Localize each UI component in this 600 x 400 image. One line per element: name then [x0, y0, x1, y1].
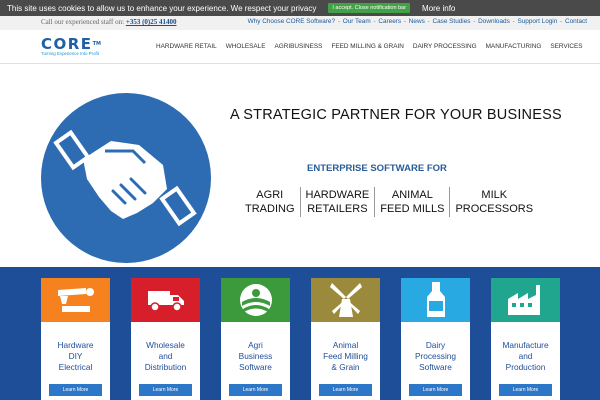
top-link-support-login[interactable]: Support Login	[517, 18, 557, 25]
learn-more-button[interactable]: Learn More	[139, 384, 192, 396]
category-animal-feed-mills: ANIMAL FEED MILLS	[375, 187, 451, 217]
sector-card-header	[401, 278, 470, 322]
sector-card-wholesale[interactable]: Wholesale and Distribution Learn More	[131, 278, 200, 400]
title-line: and	[518, 351, 533, 361]
sector-card-title: Hardware DIY Electrical	[41, 340, 110, 373]
sector-card-title: Agri Business Software	[221, 340, 290, 373]
category-line1: HARDWARE	[305, 189, 370, 201]
category-hardware-retailers: HARDWARE RETAILERS	[301, 187, 376, 217]
phone-link[interactable]: +353 (0)25 41400	[126, 18, 177, 26]
hero-title: A STRATEGIC PARTNER FOR YOUR BUSINESS	[230, 107, 562, 123]
top-link-downloads[interactable]: Downloads	[478, 18, 510, 25]
title-line: Dairy	[425, 340, 446, 350]
category-agri-trading: AGRI TRADING	[240, 187, 301, 217]
nav-manufacturing[interactable]: MANUFACTURING	[486, 43, 542, 50]
category-line2: FEED MILLS	[380, 203, 445, 215]
logo-trademark: TM	[92, 41, 101, 47]
nav-hardware-retail[interactable]: HARDWARE RETAIL	[156, 43, 217, 50]
title-line: Processing	[414, 351, 457, 361]
call-label: Call our experienced staff on:	[41, 18, 125, 26]
sector-card-title: Animal Feed Milling & Grain	[311, 340, 380, 373]
learn-more-button[interactable]: Learn More	[499, 384, 552, 396]
main-nav: HARDWARE RETAIL WHOLESALE AGRIBUSINESS F…	[156, 43, 592, 50]
title-line: Software	[239, 362, 272, 372]
category-line1: ANIMAL	[391, 189, 433, 201]
category-line2: PROCESSORS	[455, 203, 534, 215]
sector-card-title: Manufacture and Production	[491, 340, 560, 373]
nav-wholesale[interactable]: WHOLESALE	[226, 43, 266, 50]
cookie-more-info-link[interactable]: More info	[422, 4, 455, 13]
title-line: Business	[238, 351, 273, 361]
nav-agribusiness[interactable]: AGRIBUSINESS	[275, 43, 323, 50]
title-line: Wholesale	[146, 340, 185, 350]
van-icon	[147, 291, 184, 312]
top-link-news[interactable]: News	[409, 18, 425, 25]
sector-card-header	[491, 278, 560, 322]
sector-card-agribusiness[interactable]: Agri Business Software Learn More	[221, 278, 290, 400]
top-link-contact[interactable]: Contact	[565, 18, 587, 25]
title-line: Software	[419, 362, 452, 372]
logo-tagline: Turning Experience Into Profit	[41, 51, 99, 56]
milk-bottle-icon	[426, 282, 445, 317]
sector-card-header	[131, 278, 200, 322]
hero-categories: AGRI TRADING HARDWARE RETAILERS ANIMAL F…	[240, 187, 538, 217]
core-logo[interactable]: CORETM Turning Experience Into Profit	[41, 37, 101, 57]
cookie-accept-button[interactable]: I accept. Close notification bar	[328, 3, 411, 13]
nav-services[interactable]: SERVICES	[550, 43, 582, 50]
sector-card-dairy[interactable]: Dairy Processing Software Learn More	[401, 278, 470, 400]
title-line: Feed Milling	[323, 351, 368, 361]
sector-card-feed-milling[interactable]: Animal Feed Milling & Grain Learn More	[311, 278, 380, 400]
top-links: Why Choose CORE Software? - Our Team - C…	[247, 18, 587, 25]
category-line1: AGRI	[256, 189, 284, 201]
logo-wordmark: CORETM	[41, 37, 101, 52]
title-line: Distribution	[144, 362, 187, 372]
title-line: Animal	[332, 340, 359, 350]
cookie-bar: This site uses cookies to allow us to en…	[0, 0, 600, 16]
sector-card-title: Wholesale and Distribution	[131, 340, 200, 373]
sector-card-header	[221, 278, 290, 322]
top-link-careers[interactable]: Careers	[378, 18, 401, 25]
category-milk-processors: MILK PROCESSORS	[450, 187, 538, 217]
sector-card-header	[311, 278, 380, 322]
top-link-our-team[interactable]: Our Team	[343, 18, 371, 25]
category-line2: TRADING	[245, 203, 295, 215]
sector-card-title: Dairy Processing Software	[401, 340, 470, 373]
title-line: Agri	[248, 340, 263, 350]
sector-band: Hardware DIY Electrical Learn More Whole…	[0, 267, 600, 400]
top-link-why-choose[interactable]: Why Choose CORE Software?	[248, 18, 335, 25]
learn-more-button[interactable]: Learn More	[49, 384, 102, 396]
sector-card-manufacturing[interactable]: Manufacture and Production Learn More	[491, 278, 560, 400]
sector-card-header	[41, 278, 110, 322]
learn-more-button[interactable]: Learn More	[229, 384, 282, 396]
learn-more-button[interactable]: Learn More	[409, 384, 462, 396]
windmill-icon	[329, 283, 362, 317]
hero-section: A STRATEGIC PARTNER FOR YOUR BUSINESS EN…	[0, 65, 600, 265]
field-icon	[239, 284, 272, 316]
learn-more-button[interactable]: Learn More	[319, 384, 372, 396]
top-link-case-studies[interactable]: Case Studies	[432, 18, 470, 25]
title-line: & Grain	[331, 362, 360, 372]
title-line: and	[158, 351, 173, 361]
cookie-message: This site uses cookies to allow us to en…	[7, 3, 317, 13]
top-info-bar: Call our experienced staff on: +353 (0)2…	[0, 16, 600, 30]
nav-dairy-processing[interactable]: DAIRY PROCESSING	[413, 43, 477, 50]
sector-card-hardware[interactable]: Hardware DIY Electrical Learn More	[41, 278, 110, 400]
site-header: CORETM Turning Experience Into Profit HA…	[0, 30, 600, 64]
title-line: DIY	[68, 351, 83, 361]
title-line: Manufacture	[502, 340, 549, 350]
nav-feed-milling[interactable]: FEED MILLING & GRAIN	[331, 43, 403, 50]
title-line: Electrical	[58, 362, 93, 372]
title-line: Hardware	[57, 340, 94, 350]
call-info: Call our experienced staff on: +353 (0)2…	[41, 18, 176, 26]
tools-icon	[57, 288, 94, 312]
handshake-icon	[41, 93, 211, 263]
title-line: Production	[505, 362, 546, 372]
category-line2: RETAILERS	[307, 203, 368, 215]
category-line1: MILK	[481, 189, 508, 201]
factory-icon	[507, 285, 540, 315]
hero-subtitle: ENTERPRISE SOFTWARE FOR	[307, 163, 447, 174]
